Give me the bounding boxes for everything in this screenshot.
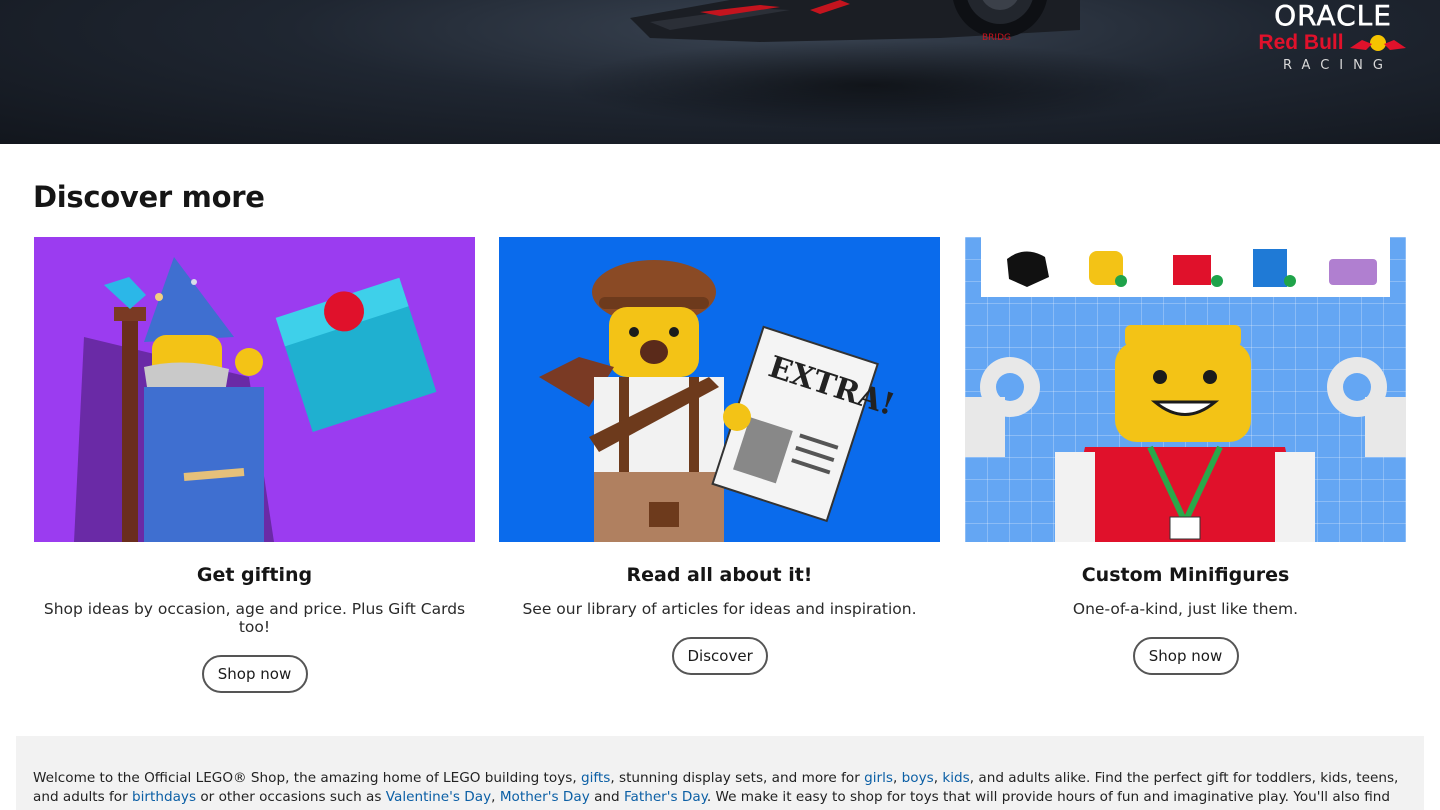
card-heading: Custom Minifigures — [1081, 564, 1290, 586]
seo-text: , — [491, 789, 500, 805]
oracle-logo-text: ORACLE — [1274, 0, 1392, 32]
discover-button[interactable]: Discover — [671, 637, 768, 675]
wizard-illustration — [74, 257, 437, 542]
card-get-gifting: Get gifting Shop ideas by occasion, age … — [34, 237, 475, 693]
link-fathers-day[interactable]: Father's Day — [624, 789, 707, 805]
seo-text: and — [589, 789, 624, 805]
card-custom-minifigures: Custom Minifigures One-of-a-kind, just l… — [965, 237, 1406, 687]
custom-minifigure-image[interactable] — [965, 237, 1406, 542]
redbull-logo-text: Red Bull — [1258, 31, 1344, 54]
card-read-all-about-it: EXTRA! Read all about it! See our librar… — [499, 237, 940, 687]
newsboy-illustration: EXTRA! — [539, 260, 899, 542]
card-heading: Get gifting — [196, 564, 313, 586]
seo-description: Welcome to the Official LEGO® Shop, the … — [16, 736, 1424, 810]
custom-minifigure-illustration — [965, 237, 1406, 542]
seo-text: or other occasions such as — [196, 789, 386, 805]
link-birthdays[interactable]: birthdays — [132, 789, 196, 805]
link-mothers-day[interactable]: Mother's Day — [500, 789, 590, 805]
shop-now-button[interactable]: Shop now — [1132, 637, 1239, 675]
race-car-image: BRIDG — [630, 0, 1080, 43]
card-description: See our library of articles for ideas an… — [522, 600, 917, 618]
seo-text: Welcome to the Official LEGO® Shop, the … — [33, 770, 581, 786]
link-valentines-day[interactable]: Valentine's Day — [386, 789, 491, 805]
newsboy-minifigure-image[interactable]: EXTRA! — [499, 237, 940, 542]
link-kids[interactable]: kids — [942, 770, 969, 786]
svg-text:BRIDG: BRIDG — [982, 33, 1011, 43]
card-description: One-of-a-kind, just like them. — [1072, 600, 1299, 618]
card-heading: Read all about it! — [626, 564, 813, 586]
hero-banner[interactable]: BRIDG ORACLE Red Bull RACING — [0, 0, 1440, 144]
section-title: Discover more — [33, 180, 265, 214]
seo-text: , — [892, 770, 902, 786]
link-gifts[interactable]: gifts — [581, 770, 610, 786]
sponsor-logo: ORACLE Red Bull RACING — [1258, 0, 1408, 73]
racing-logo-text: RACING — [1283, 58, 1393, 73]
bulls-icon — [1349, 35, 1406, 51]
link-boys[interactable]: boys — [902, 770, 934, 786]
link-girls[interactable]: girls — [864, 770, 893, 786]
redbull-logo: Red Bull — [1258, 32, 1408, 54]
shop-now-button[interactable]: Shop now — [201, 655, 308, 693]
card-description: Shop ideas by occasion, age and price. P… — [43, 600, 466, 636]
seo-text: , stunning display sets, and more for — [610, 770, 865, 786]
wizard-minifigure-image[interactable] — [34, 237, 475, 542]
